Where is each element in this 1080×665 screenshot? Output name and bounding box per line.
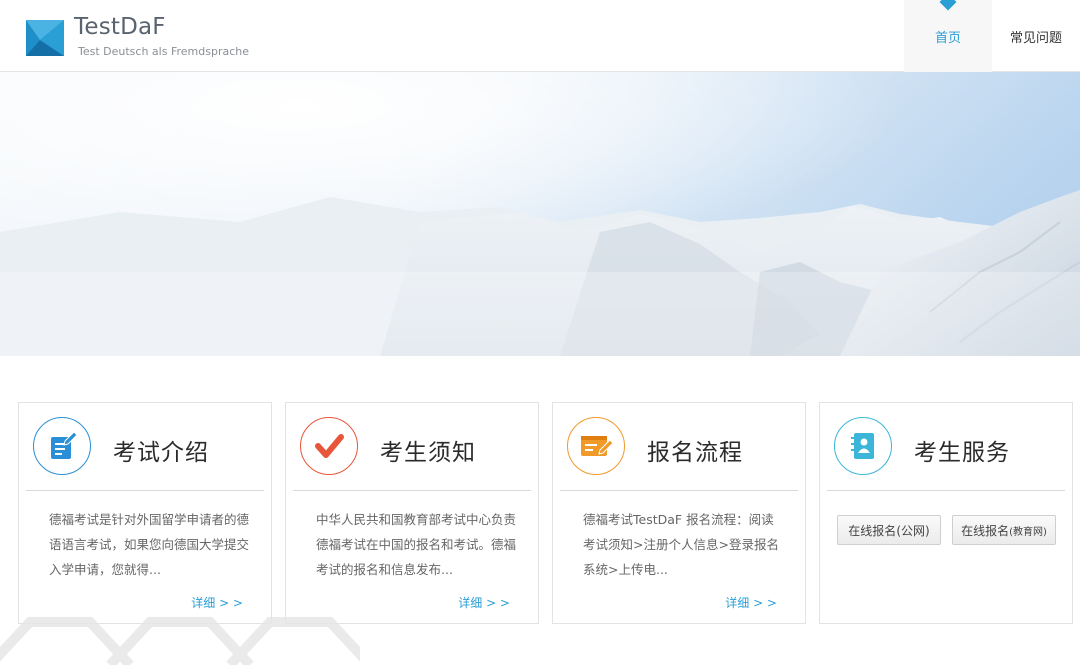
details-link[interactable]: 详细 > > [458, 594, 510, 611]
card-header: 考试介绍 [19, 403, 271, 491]
card-title: 考生须知 [380, 440, 476, 466]
card-title: 考试介绍 [113, 440, 209, 466]
nav-home[interactable]: 首页 [904, 0, 992, 72]
card-icon-circle [834, 417, 892, 475]
card-description: 中华人民共和国教育部考试中心负责德福考试在中国的报名和考试。德福考试的报名和信息… [316, 512, 517, 577]
form-pen-icon [581, 436, 614, 456]
mountain-banner-image [0, 72, 1080, 356]
online-registration-public-button[interactable]: 在线报名 (公网) [837, 515, 941, 545]
active-indicator-icon [939, 0, 957, 11]
card-icon-circle [33, 417, 91, 475]
card-divider [26, 490, 264, 491]
contact-book-icon [851, 433, 874, 459]
card-title: 考生服务 [914, 440, 1010, 466]
button-suffix: (公网) [896, 523, 930, 538]
checkmark-icon [315, 434, 344, 458]
details-link[interactable]: 详细 > > [725, 594, 777, 611]
button-suffix: (教育网) [1009, 526, 1047, 538]
card-icon-circle [300, 417, 358, 475]
site-logo[interactable]: TestDaF Test Deutsch als Fremdsprache [26, 14, 266, 60]
button-label: 在线报名 [961, 523, 1010, 538]
card-divider [560, 490, 798, 491]
card-icon-circle [567, 417, 625, 475]
decorative-pattern [0, 617, 360, 665]
card-registration-process: 报名流程 德福考试TestDaF 报名流程：阅读考试须知>注册个人信息>登录报名… [552, 402, 806, 624]
button-label: 在线报名 [848, 523, 897, 538]
hero-banner [0, 72, 1080, 356]
nav-home-label: 首页 [934, 30, 961, 46]
testdaf-logo-icon [26, 20, 64, 56]
logo-subtitle: Test Deutsch als Fremdsprache [78, 45, 249, 58]
edit-document-icon [51, 431, 78, 459]
card-header: 考生须知 [286, 403, 538, 491]
card-exam-intro: 考试介绍 德福考试是针对外国留学申请者的德语语言考试，如果您向德国大学提交入学申… [18, 402, 272, 624]
card-header: 报名流程 [553, 403, 805, 491]
feature-cards: 考试介绍 德福考试是针对外国留学申请者的德语语言考试，如果您向德国大学提交入学申… [18, 402, 1074, 624]
card-candidate-notice: 考生须知 中华人民共和国教育部考试中心负责德福考试在中国的报名和考试。德福考试的… [285, 402, 539, 624]
card-title: 报名流程 [647, 440, 743, 466]
card-header: 考生服务 [820, 403, 1072, 491]
card-divider [293, 490, 531, 491]
nav-faq-label: 常见问题 [1009, 30, 1062, 46]
card-candidate-services: 考生服务 在线报名 (公网) 在线报名 (教育网) [819, 402, 1073, 624]
site-header: TestDaF Test Deutsch als Fremdsprache 首页… [0, 0, 1080, 72]
main-nav: 首页 常见问题 [904, 0, 1080, 72]
card-description: 德福考试TestDaF 报名流程：阅读考试须知>注册个人信息>登录报名系统>上传… [583, 512, 779, 577]
online-registration-edu-button[interactable]: 在线报名 (教育网) [952, 515, 1056, 545]
nav-faq[interactable]: 常见问题 [992, 0, 1080, 72]
card-divider [827, 490, 1065, 491]
logo-title: TestDaF [74, 14, 166, 40]
card-description: 德福考试是针对外国留学申请者的德语语言考试，如果您向德国大学提交入学申请，您就得… [49, 512, 250, 577]
